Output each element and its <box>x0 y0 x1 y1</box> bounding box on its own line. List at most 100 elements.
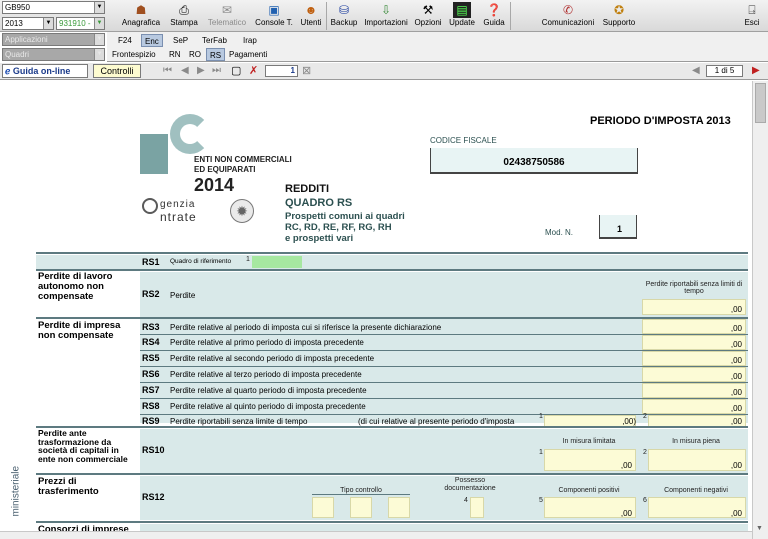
tab-rs[interactable]: RS <box>206 48 226 61</box>
logo-year: 2014 <box>194 175 235 195</box>
entrate-text: ntrate <box>160 210 197 224</box>
next-module-icon[interactable]: ▶ <box>752 65 760 76</box>
module-counter: 1 di 5 <box>706 65 743 77</box>
anagrafica-button[interactable]: ☗ Anagrafica <box>120 1 162 31</box>
tab-ro[interactable]: RO <box>186 48 204 61</box>
row-consorzi <box>140 524 748 531</box>
stampa-label: Stampa <box>170 18 198 27</box>
rs1-code: RS1 <box>142 257 160 267</box>
code-select-value: 931910 - <box>59 19 91 28</box>
mod-label: Mod. N. <box>545 228 574 237</box>
rs8-code: RS8 <box>142 401 160 411</box>
printer-icon: ⎙ <box>179 3 189 17</box>
scroll-down-icon[interactable]: ▼ <box>756 525 763 532</box>
tab-f24[interactable]: F24 <box>115 34 135 47</box>
rs7-code: RS7 <box>142 385 160 395</box>
supporto-button[interactable]: ✪ Supporto <box>600 1 638 31</box>
console-button[interactable]: ▣ Console T. <box>253 1 295 31</box>
controlli-button[interactable]: Controlli <box>93 64 141 78</box>
new-page-icon[interactable]: ▢ <box>231 64 241 77</box>
delete-page-icon[interactable]: ✗ <box>249 64 258 77</box>
page-number-input[interactable]: 1 <box>265 65 298 77</box>
rs9-value1: ,00) <box>622 417 636 426</box>
people-icon: ☗ <box>135 3 147 17</box>
console-label: Console T. <box>255 18 293 27</box>
applicazioni-select[interactable]: Applicazioni ▼ <box>2 33 105 46</box>
first-page-icon[interactable]: ⏮ <box>163 65 172 76</box>
guida-online-button[interactable]: ℯ Guida on-line <box>2 64 88 78</box>
rs12-tipo-label: Tipo controllo <box>312 487 410 495</box>
codice-fiscale-field[interactable]: 02438750586 <box>430 148 638 174</box>
logo-c-shape <box>170 114 210 154</box>
rs4-code: RS4 <box>142 337 160 347</box>
guida-button[interactable]: ❓ Guida <box>481 1 507 31</box>
rs12-neg-label: Componenti negativi <box>664 487 728 494</box>
rs2-code: RS2 <box>142 289 160 299</box>
scroll-thumb[interactable] <box>755 83 766 123</box>
rs12-pos-label: Componenti positivi <box>558 487 620 494</box>
importazioni-button[interactable]: ⇩ Importazioni <box>362 1 410 31</box>
tab-enc[interactable]: Enc <box>141 34 163 47</box>
backup-button[interactable]: ⛁ Backup <box>329 1 359 31</box>
rs12-num5: 5 <box>539 497 543 504</box>
rs12-possesso-field[interactable] <box>470 497 484 518</box>
esci-label: Esci <box>744 18 760 27</box>
vertical-scrollbar[interactable]: ▼ <box>752 81 768 539</box>
monitor-icon: ▣ <box>268 3 280 17</box>
rs12-tipo-field2[interactable] <box>350 497 372 518</box>
esci-button[interactable]: ⍈ Esci <box>740 1 764 31</box>
quadro-title: QUADRO RS <box>285 197 353 209</box>
rs2-value: ,00 <box>730 305 742 314</box>
code-select[interactable]: 931910 - ▼ <box>56 17 105 30</box>
chevron-down-icon: ▼ <box>43 18 53 29</box>
year-select-value: 2013 <box>5 19 23 28</box>
comunicazioni-label: Comunicazioni <box>541 18 595 27</box>
tab-pagamenti[interactable]: Pagamenti <box>226 48 270 61</box>
rs12-code: RS12 <box>142 492 165 502</box>
rs12-num6: 6 <box>643 497 647 504</box>
users-icon: ☻ <box>304 3 318 17</box>
year-select[interactable]: 2013 ▼ <box>2 17 54 30</box>
goto-page-icon[interactable]: ⊠ <box>302 64 311 77</box>
guida-online-label: Guida on-line <box>12 66 71 76</box>
rs12-tipo-field3[interactable] <box>388 497 410 518</box>
row-divider <box>36 521 748 523</box>
prev-page-icon[interactable]: ◀ <box>181 65 189 76</box>
rs10-col1: In misura limitata <box>562 438 616 445</box>
toolbar-separator <box>326 2 327 30</box>
comunicazioni-button[interactable]: ✆ Comunicazioni <box>540 1 596 31</box>
opzioni-button[interactable]: ⚒ Opzioni <box>413 1 443 31</box>
rs1-field-num: 1 <box>246 256 250 263</box>
utenti-button[interactable]: ☻ Utenti <box>298 1 324 31</box>
logo-line2: ED EQUIPARATI <box>194 165 256 174</box>
tab-sep[interactable]: SeP <box>170 34 191 47</box>
periodo-imposta: PERIODO D'IMPOSTA 2013 <box>590 115 731 127</box>
redditi-title: REDDITI <box>285 183 329 195</box>
rs10-col2: In misura piena <box>672 438 720 445</box>
company-select[interactable]: GB950 ▼ <box>2 1 105 14</box>
mod-number-field[interactable]: 1 <box>599 215 637 239</box>
next-page-icon[interactable]: ▶ <box>197 65 205 76</box>
row-divider <box>36 473 748 475</box>
form-page: ministeriale ENTI NON COMMERCIALI ED EQU… <box>2 81 752 535</box>
tab-irap[interactable]: Irap <box>240 34 260 47</box>
tab-frontespizio[interactable]: Frontespizio <box>109 48 159 61</box>
guida-label: Guida <box>483 18 505 27</box>
prev-module-icon[interactable]: ◀ <box>692 65 700 76</box>
rs6-code: RS6 <box>142 369 160 379</box>
horizontal-scrollbar[interactable] <box>0 531 752 539</box>
update-button[interactable]: ▤ Update <box>446 1 478 31</box>
stampa-button[interactable]: ⎙ Stampa <box>168 1 200 31</box>
anagrafica-label: Anagrafica <box>121 18 161 27</box>
tab-terfab[interactable]: TerFab <box>199 34 230 47</box>
info-icon: ℯ <box>5 66 11 76</box>
last-page-icon[interactable]: ⏭ <box>212 65 221 76</box>
database-icon: ⛁ <box>338 3 350 17</box>
telematico-button[interactable]: ✉ Telematico <box>205 1 249 31</box>
rs12-tipo-field1[interactable] <box>312 497 334 518</box>
impresa-section-title: Perdite di impresa non compensate <box>38 320 121 341</box>
tab-rn[interactable]: RN <box>166 48 184 61</box>
quadri-select[interactable]: Quadri ▼ <box>2 48 105 61</box>
toolbar-separator <box>510 2 511 30</box>
rs1-field[interactable] <box>252 256 302 268</box>
